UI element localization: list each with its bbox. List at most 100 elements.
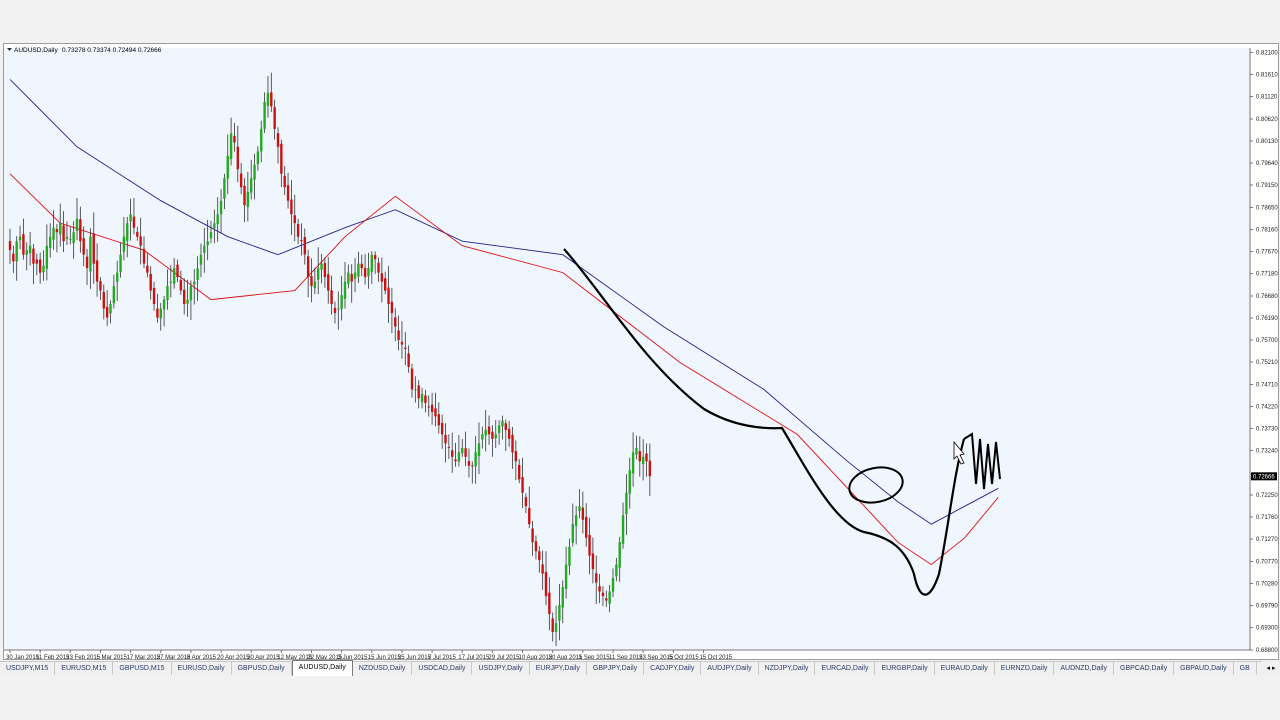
tab-gbpcad-daily[interactable]: GBPCAD,Daily [1114, 662, 1175, 675]
tab-nzdjpy-daily[interactable]: NZDJPY,Daily [759, 662, 816, 675]
time-tick-label: 11 Sep 2015 [609, 655, 643, 659]
price-tick-label: 0.68800 [1256, 648, 1278, 654]
price-tick-label: 0.79640 [1256, 161, 1278, 167]
candle-body [313, 281, 317, 289]
tab-cadjpy-daily[interactable]: CADJPY,Daily [644, 662, 702, 675]
price-tick-label: 0.74710 [1256, 383, 1278, 389]
price-tick-label: 0.81120 [1256, 95, 1278, 101]
candle-body [75, 218, 79, 231]
tab-eurusd-daily[interactable]: EURUSD,Daily [172, 662, 232, 675]
tab-gbpusd-daily[interactable]: GBPUSD,Daily [232, 662, 292, 675]
chart-window[interactable]: 0.82100 0.81610 0.81120 0.80620 0.80130 0.796… [3, 43, 1279, 660]
tab-gbpaud-daily[interactable]: GBPAUD,Daily [1174, 662, 1234, 675]
candle-body [65, 236, 69, 239]
candle-body [85, 256, 89, 269]
price-tick-label: 0.75700 [1256, 338, 1278, 344]
candle-body [189, 286, 193, 301]
candle-body [340, 295, 343, 310]
chevron-right-icon[interactable]: ▸ [1272, 664, 1276, 672]
candle-body [641, 456, 645, 465]
tab-eurcad-daily[interactable]: EURCAD,Daily [815, 662, 876, 675]
candle-body [414, 389, 417, 391]
tab-gb[interactable]: GB [1234, 662, 1257, 675]
candle-body [554, 623, 558, 632]
candle-body [373, 255, 377, 260]
candle-body [601, 592, 605, 597]
candle-body [343, 281, 347, 299]
tab-eurjpy-daily[interactable]: EURJPY,Daily [530, 662, 587, 675]
candle-body [561, 587, 564, 608]
candle-body [417, 385, 420, 399]
candle-body [193, 281, 196, 285]
candle-body [152, 287, 156, 305]
plot-area[interactable] [4, 48, 1250, 650]
candle-body [132, 216, 136, 228]
candle-body [203, 245, 206, 253]
candle-body [514, 451, 518, 462]
candle-body [625, 492, 628, 515]
candle-body [112, 286, 116, 304]
price-chart[interactable]: 0.82100 0.81610 0.81120 0.80620 0.80130 0.796… [4, 44, 1278, 659]
tab-scroll-buttons[interactable]: ◂ ▸ [1262, 661, 1280, 675]
tab-audusd-daily[interactable]: AUDUSD,Daily [291, 660, 353, 676]
time-tick-label: 15 Jun 2015 [368, 655, 402, 659]
candle-body [585, 516, 588, 538]
tab-euraud-daily[interactable]: EURAUD,Daily [935, 662, 995, 675]
candle-body [440, 422, 444, 435]
chevron-left-icon[interactable]: ◂ [1266, 664, 1270, 672]
candle-body [605, 598, 608, 601]
tab-usdjpy-daily[interactable]: USDJPY,Daily [472, 662, 530, 675]
candle-body [310, 276, 313, 287]
candle-body [353, 272, 357, 279]
candle-body [608, 591, 611, 604]
candle-body [631, 452, 635, 474]
candle-body [384, 278, 387, 291]
time-tick-label: 25 Jun 2015 [398, 655, 432, 659]
candle-body [497, 425, 501, 434]
tab-nzdusd-daily[interactable]: NZDUSD,Daily [353, 662, 413, 675]
price-axis: 0.82100 0.81610 0.81120 0.80620 0.80130 0.796… [1249, 48, 1278, 654]
tab-eurusd-m15[interactable]: EURUSD,M15 [55, 662, 114, 675]
candle-body [595, 573, 598, 583]
tab-usdcad-daily[interactable]: USDCAD,Daily [412, 662, 473, 675]
candle-body [531, 528, 534, 543]
candle-body [246, 191, 250, 207]
candle-body [387, 287, 390, 305]
candle-body [159, 308, 162, 319]
candle-body [116, 272, 119, 282]
candle-body [276, 133, 280, 147]
candle-body [427, 406, 430, 408]
price-tick-label: 0.76680 [1256, 294, 1278, 300]
candle-body [544, 571, 548, 597]
tab-gbpusd-m15[interactable]: GBPUSD,M15 [113, 662, 172, 675]
candle-body [638, 451, 641, 462]
price-tick-label: 0.78650 [1256, 206, 1278, 212]
tab-eurnzd-daily[interactable]: EURNZD,Daily [995, 662, 1055, 675]
candle-body [139, 236, 142, 246]
price-tick-label: 0.80130 [1256, 139, 1278, 145]
candle-body [648, 460, 652, 477]
tab-eurgbp-daily[interactable]: EURGBP,Daily [875, 662, 935, 675]
candle-body [397, 330, 400, 341]
candle-body [270, 92, 273, 107]
price-tick-label: 0.71760 [1256, 515, 1278, 521]
tab-audnzd-daily[interactable]: AUDNZD,Daily [1054, 662, 1115, 675]
tab-usdjpy-m15[interactable]: USDJPY,M15 [0, 662, 56, 675]
candle-body [102, 291, 105, 309]
candle-body [360, 263, 363, 269]
status-area [0, 676, 1280, 720]
candle-body [219, 200, 223, 215]
candle-body [129, 214, 132, 222]
tab-gbpjpy-daily[interactable]: GBPJPY,Daily [587, 662, 645, 675]
price-tick-label: 0.72250 [1256, 493, 1278, 499]
tab-audjpy-daily[interactable]: AUDJPY,Daily [701, 662, 759, 675]
candle-body [507, 428, 511, 439]
candle-body [18, 236, 22, 241]
candle-body [471, 465, 474, 467]
candle-body [635, 447, 638, 455]
candle-body [22, 234, 25, 255]
candle-body [303, 237, 306, 255]
candle-body [390, 301, 394, 314]
candle-body [229, 133, 233, 159]
candle-body [598, 586, 601, 592]
